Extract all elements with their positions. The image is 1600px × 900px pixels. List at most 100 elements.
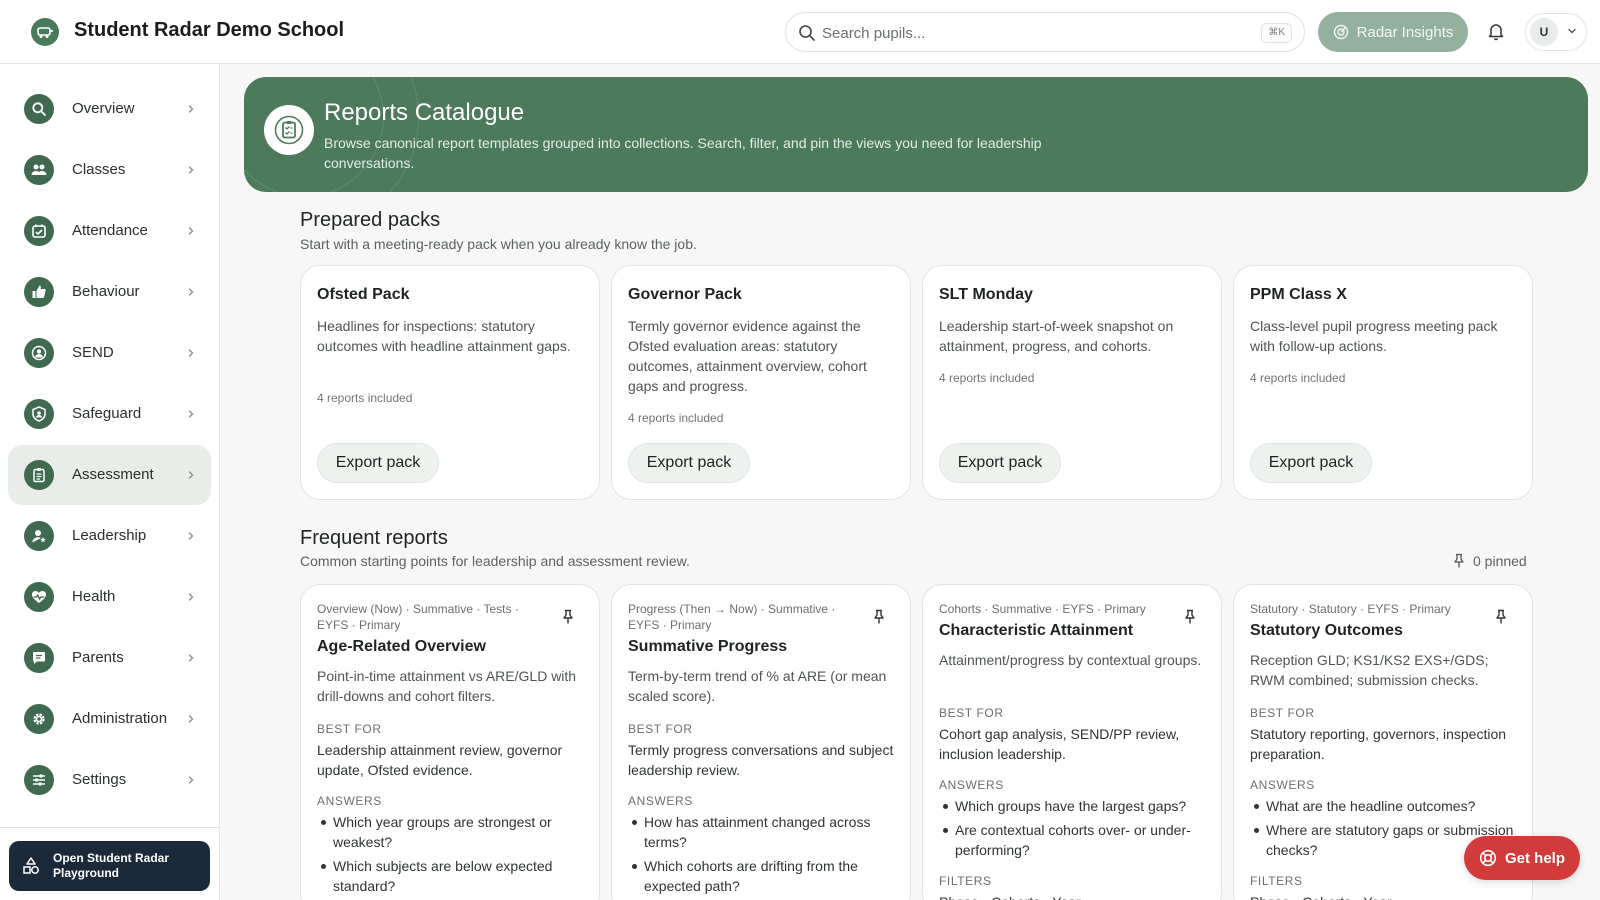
report-title: Characteristic Attainment — [939, 622, 1134, 639]
sidebar-item-label: Assessment — [72, 466, 154, 483]
sidebar-divider — [0, 827, 219, 828]
export-pack-button[interactable]: Export pack — [939, 443, 1061, 483]
sidebar-item-label: Parents — [72, 649, 124, 666]
pack-title: Ofsted Pack — [317, 286, 410, 303]
chat-icon — [24, 643, 54, 673]
answer-item: Which year groups are strongest or weake… — [317, 812, 587, 852]
sidebar-item-send[interactable]: SEND — [8, 323, 211, 383]
sidebar-item-label: Classes — [72, 161, 126, 178]
sidebar-item-settings[interactable]: Settings — [8, 750, 211, 810]
pin-icon[interactable] — [561, 609, 575, 625]
report-description: Reception GLD; KS1/KS2 EXS+/GDS; RWM com… — [1250, 652, 1489, 688]
pack-description: Leadership start-of-week snapshot on att… — [939, 318, 1174, 354]
pack-report-count: 4 reports included — [1250, 371, 1346, 385]
chevron-right-icon — [188, 105, 194, 113]
export-pack-button[interactable]: Export pack — [1250, 443, 1372, 483]
report-card-characteristic-attainment[interactable]: Cohorts · Summative · EYFS · Primary Cha… — [922, 584, 1222, 900]
lifebuoy-icon — [1479, 849, 1497, 867]
answers-list: Which groups have the largest gaps? Are … — [939, 796, 1209, 864]
search-bar[interactable]: ⌘K — [785, 12, 1305, 52]
best-for-text: Termly progress conversations and subjec… — [628, 742, 894, 778]
radar-insights-button[interactable]: Radar Insights — [1318, 12, 1468, 52]
report-description: Attainment/progress by contextual groups… — [939, 652, 1202, 668]
calendar-check-icon — [24, 216, 54, 246]
frequent-reports-heading: Frequent reports — [300, 527, 448, 549]
report-meta: Progress (Then → Now) · Summative · EYFS… — [628, 602, 836, 632]
sidebar-item-attendance[interactable]: Attendance — [8, 201, 211, 261]
filters-text: Phase · Cohorts · Year — [1250, 892, 1520, 900]
sliders-icon — [24, 765, 54, 795]
answer-item: Are contextual cohorts over- or under-pe… — [939, 820, 1209, 860]
pin-icon[interactable] — [872, 609, 886, 625]
sidebar-item-label: Leadership — [72, 527, 147, 544]
export-pack-button[interactable]: Export pack — [317, 443, 439, 483]
filters-label: FILTERS — [1250, 874, 1303, 888]
sidebar-item-health[interactable]: Health — [8, 567, 211, 627]
best-for-label: BEST FOR — [939, 706, 1004, 720]
best-for-label: BEST FOR — [317, 722, 382, 736]
sidebar-item-assessment[interactable]: Assessment — [8, 445, 211, 505]
pack-report-count: 4 reports included — [317, 391, 413, 405]
report-title: Age-Related Overview — [317, 638, 486, 655]
page-title: Reports Catalogue — [324, 99, 525, 126]
chevron-right-icon — [188, 288, 194, 296]
sidebar-item-overview[interactable]: Overview — [8, 79, 211, 139]
pin-icon[interactable] — [1183, 609, 1197, 625]
chevron-right-icon — [188, 654, 194, 662]
shapes-icon — [23, 857, 39, 874]
bell-icon[interactable] — [1486, 21, 1506, 41]
report-card-summative-progress[interactable]: Progress (Then → Now) · Summative · EYFS… — [611, 584, 911, 900]
sidebar-item-label: SEND — [72, 344, 114, 361]
pin-icon[interactable] — [1494, 609, 1508, 625]
get-help-button[interactable]: Get help — [1464, 836, 1580, 880]
report-description: Point-in-time attainment vs ARE/GLD with… — [317, 668, 577, 704]
pack-card-slt-monday: SLT Monday Leadership start-of-week snap… — [922, 265, 1222, 500]
sidebar-item-label: Health — [72, 588, 116, 605]
pack-card-governor: Governor Pack Termly governor evidence a… — [611, 265, 911, 500]
avatar: U — [1530, 18, 1558, 46]
sidebar: Overview Classes Attendance Behaviour SE… — [0, 64, 220, 900]
search-icon — [24, 94, 54, 124]
radar-icon — [1333, 24, 1348, 40]
answers-label: ANSWERS — [939, 778, 1004, 792]
search-input[interactable] — [822, 21, 1222, 45]
sidebar-item-safeguard[interactable]: Safeguard — [8, 384, 211, 444]
person-circle-icon — [24, 338, 54, 368]
reports-catalogue-banner: Reports Catalogue Browse canonical repor… — [244, 77, 1588, 192]
best-for-text: Cohort gap analysis, SEND/PP review, inc… — [939, 726, 1180, 762]
pack-description: Headlines for inspections: statutory out… — [317, 318, 571, 354]
school-name: Student Radar Demo School — [74, 19, 345, 41]
search-icon — [799, 25, 815, 41]
school-logo-icon[interactable] — [31, 18, 59, 46]
pack-description: Class-level pupil progress meeting pack … — [1250, 318, 1498, 354]
export-pack-button[interactable]: Export pack — [628, 443, 750, 483]
top-bar: Student Radar Demo School ⌘K Radar Insig… — [0, 0, 1600, 64]
sidebar-item-label: Attendance — [72, 222, 148, 239]
answer-item: Which groups have the largest gaps? — [939, 796, 1209, 816]
chevron-right-icon — [188, 349, 194, 357]
open-playground-button[interactable]: Open Student Radar Playground — [9, 841, 210, 891]
person-star-icon — [24, 521, 54, 551]
answers-label: ANSWERS — [628, 794, 693, 808]
filters-label: FILTERS — [939, 874, 992, 888]
best-for-text: Leadership attainment review, governor u… — [317, 742, 563, 778]
sidebar-item-parents[interactable]: Parents — [8, 628, 211, 688]
sidebar-item-behaviour[interactable]: Behaviour — [8, 262, 211, 322]
report-meta: Cohorts · Summative · EYFS · Primary — [939, 602, 1146, 616]
chevron-right-icon — [188, 410, 194, 418]
clipboard-icon — [264, 105, 314, 155]
answers-label: ANSWERS — [317, 794, 382, 808]
sidebar-item-classes[interactable]: Classes — [8, 140, 211, 200]
pack-description: Termly governor evidence against the Ofs… — [628, 318, 867, 394]
pinned-count[interactable]: 0 pinned — [1453, 553, 1527, 569]
account-menu[interactable]: U — [1525, 13, 1587, 51]
chevron-right-icon — [188, 532, 194, 540]
answer-item: What are the headline outcomes? — [1250, 796, 1520, 816]
best-for-text: Statutory reporting, governors, inspecti… — [1250, 726, 1507, 762]
answers-list: Which year groups are strongest or weake… — [317, 812, 587, 900]
sidebar-item-label: Safeguard — [72, 405, 142, 422]
answer-item: Which cohorts are drifting from the expe… — [628, 856, 898, 896]
sidebar-item-leadership[interactable]: Leadership — [8, 506, 211, 566]
report-card-age-related-overview[interactable]: Overview (Now) · Summative · Tests · EYF… — [300, 584, 600, 900]
sidebar-item-administration[interactable]: Administration — [8, 689, 211, 749]
